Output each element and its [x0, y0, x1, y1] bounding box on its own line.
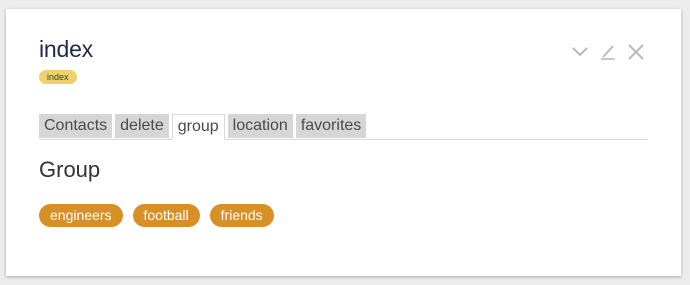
tab-favorites[interactable]: favorites	[295, 114, 367, 138]
section-title: Group	[39, 157, 101, 182]
tag-friends[interactable]: friends	[209, 204, 274, 227]
chevron-down-icon	[572, 47, 588, 57]
index-badge: index	[39, 70, 77, 84]
tab-group[interactable]: group	[171, 114, 225, 140]
tab-bar: Contacts delete group location favorites	[39, 114, 648, 140]
tag-engineers[interactable]: engineers	[39, 204, 123, 227]
edit-button[interactable]	[597, 41, 619, 63]
close-button[interactable]	[625, 41, 647, 63]
record-title: index	[39, 36, 93, 62]
tab-location[interactable]: location	[227, 114, 293, 138]
card-actions	[569, 41, 647, 63]
tab-delete[interactable]: delete	[115, 114, 169, 138]
pencil-icon	[601, 45, 615, 60]
group-tags: engineers football friends	[39, 204, 274, 227]
record-card: index index Contacts delete group locati…	[6, 9, 681, 276]
collapse-button[interactable]	[569, 41, 591, 63]
tag-football[interactable]: football	[132, 204, 200, 227]
close-icon	[628, 44, 644, 60]
tab-contacts[interactable]: Contacts	[39, 114, 113, 138]
